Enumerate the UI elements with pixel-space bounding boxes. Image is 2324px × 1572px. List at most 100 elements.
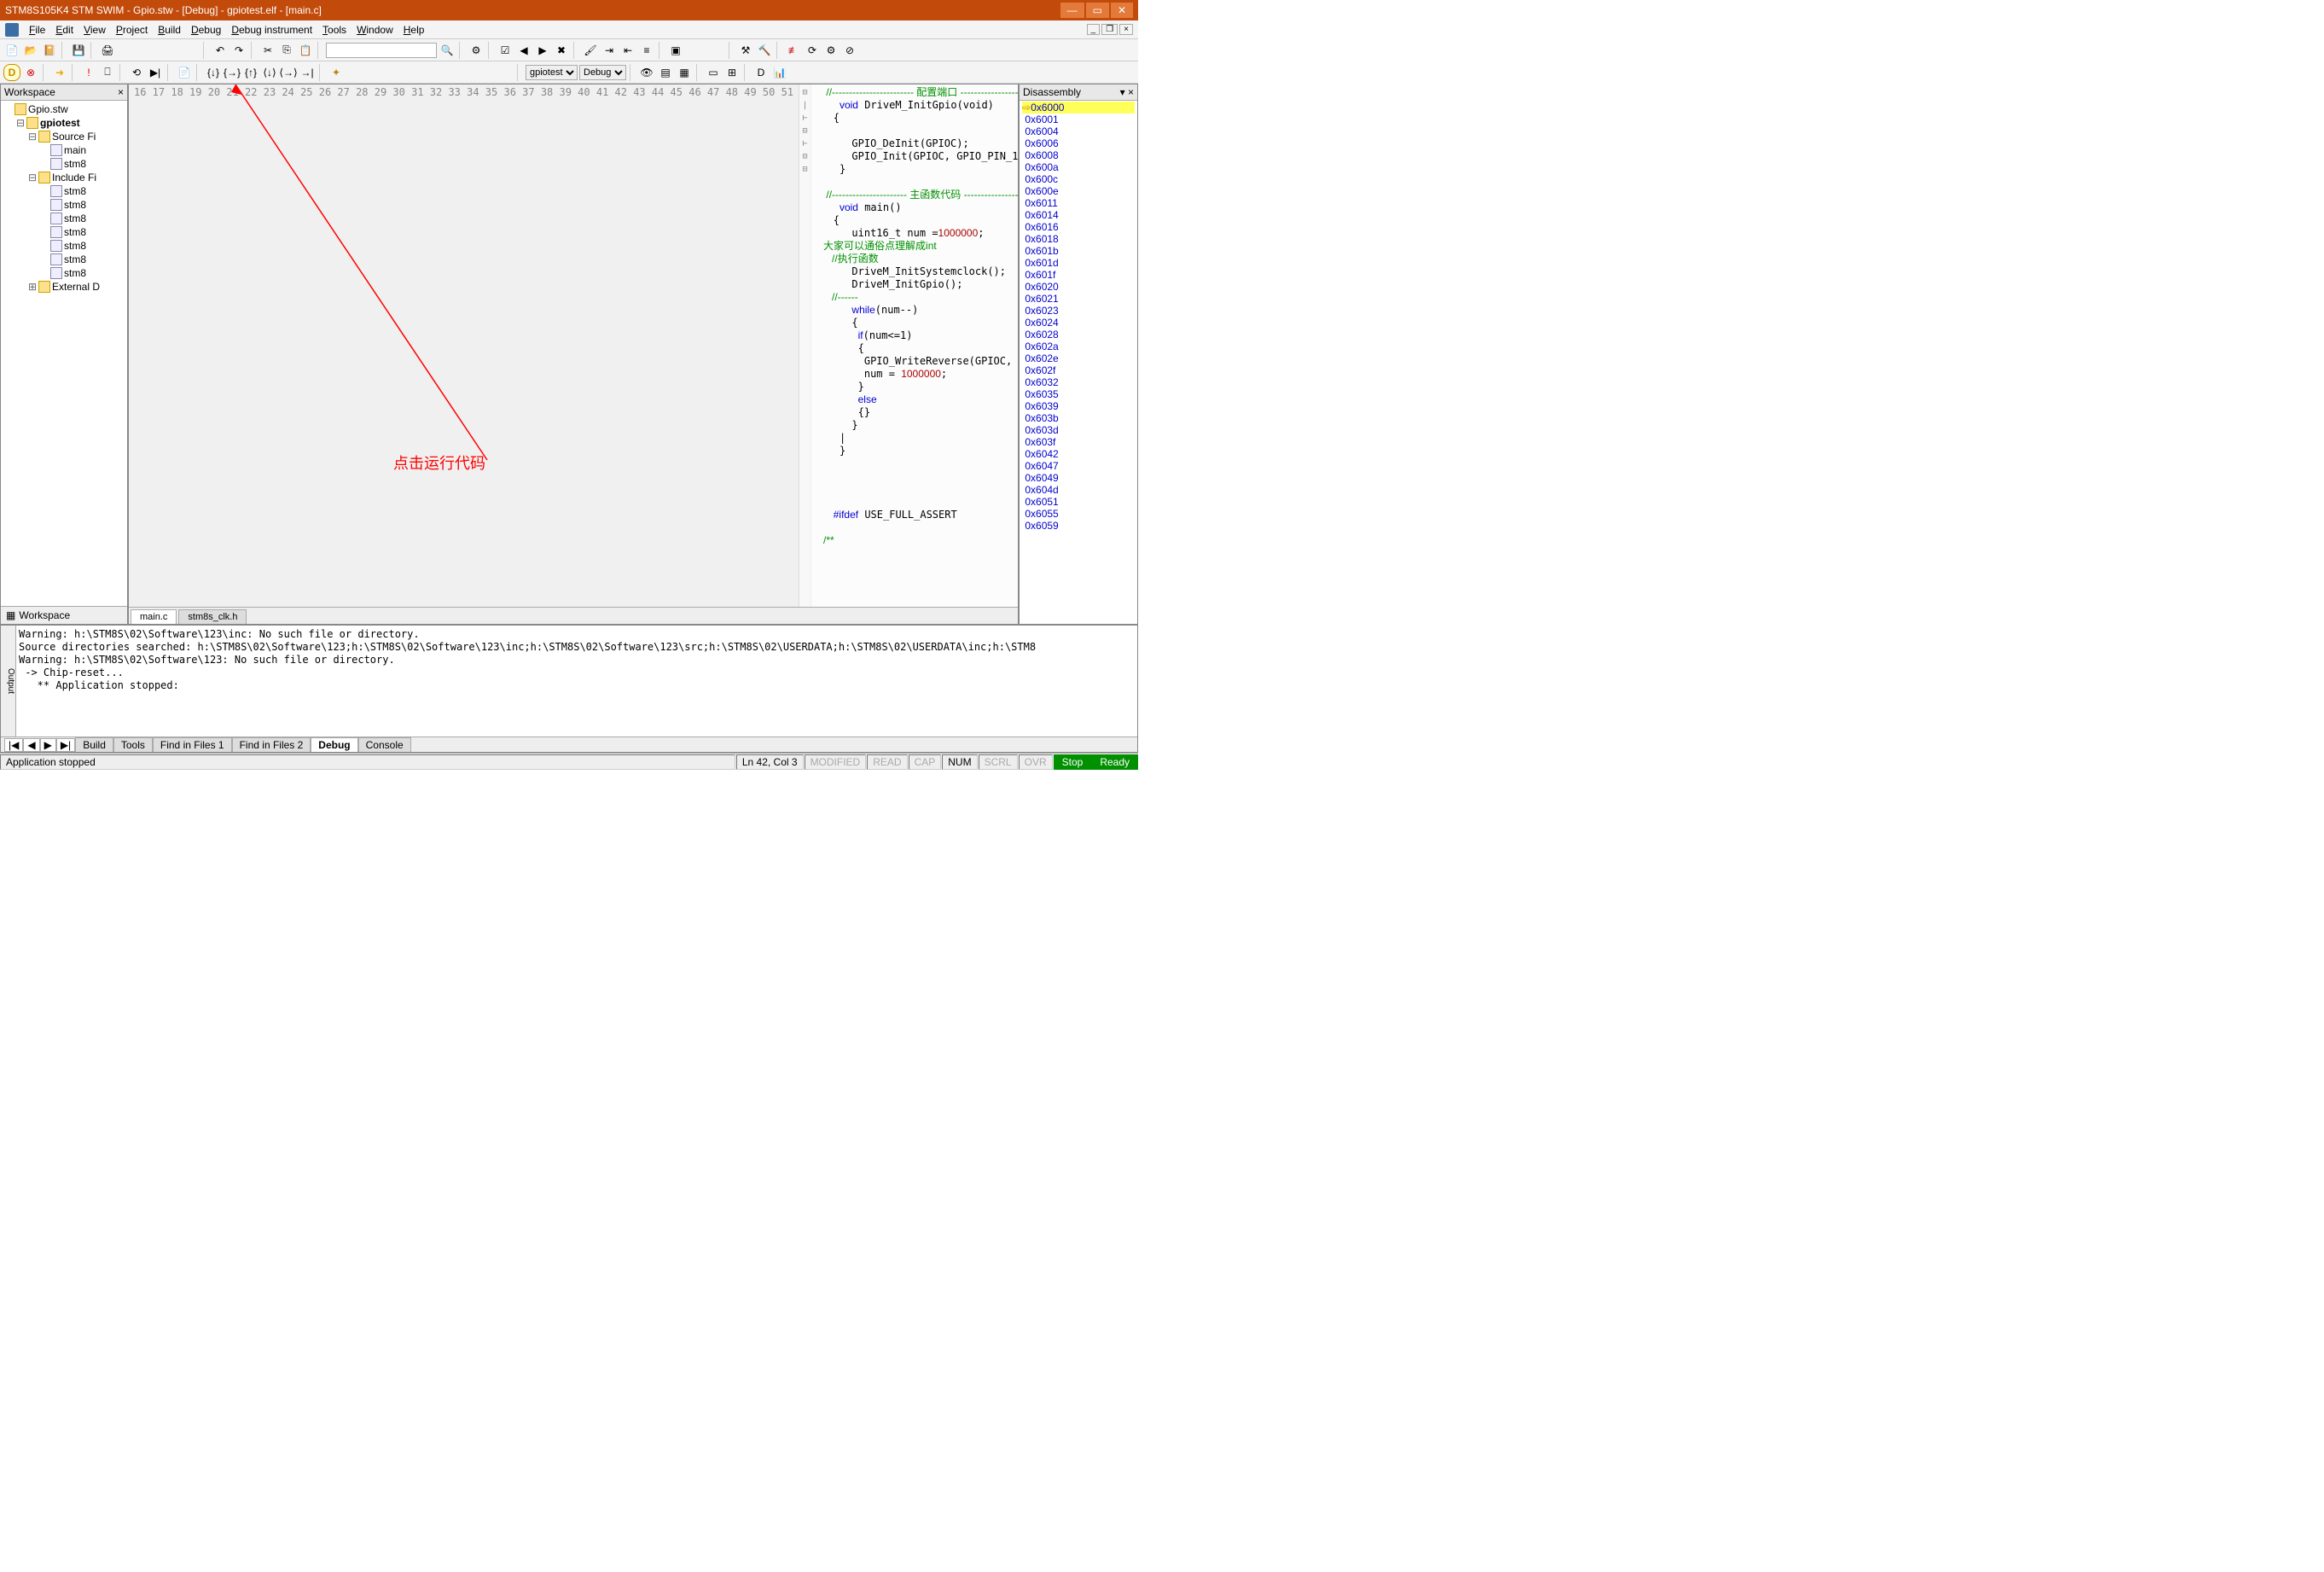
- debug-stop-icon[interactable]: ⊗: [22, 64, 39, 81]
- tree-node[interactable]: stm8: [3, 198, 125, 212]
- status-stop[interactable]: Stop: [1054, 754, 1092, 770]
- disasm-row[interactable]: 0x6001: [1022, 114, 1135, 125]
- peripherals-icon[interactable]: ⊞: [723, 64, 741, 81]
- disasm-row[interactable]: 0x602e: [1022, 352, 1135, 364]
- output-tab-last-icon[interactable]: ▶|: [56, 738, 75, 752]
- save-icon[interactable]: 💾: [70, 42, 87, 59]
- minimize-button[interactable]: —: [1060, 3, 1084, 18]
- disasm-row[interactable]: 0x601f: [1022, 269, 1135, 281]
- disasm-row[interactable]: 0x604d: [1022, 484, 1135, 496]
- comment-icon[interactable]: ≡: [638, 42, 655, 59]
- compile-icon[interactable]: ⚒: [737, 42, 754, 59]
- menu-file[interactable]: File: [24, 22, 50, 38]
- disasm-row[interactable]: 0x6023: [1022, 305, 1135, 317]
- tool-icon[interactable]: ⚙: [468, 42, 485, 59]
- output-tab-first-icon[interactable]: |◀: [4, 738, 23, 752]
- close-button[interactable]: ✕: [1111, 3, 1133, 18]
- tree-node[interactable]: stm8: [3, 253, 125, 266]
- disasm-row[interactable]: 0x6016: [1022, 221, 1135, 233]
- disasm-row[interactable]: 0x6024: [1022, 317, 1135, 329]
- find-icon[interactable]: 🔍: [439, 42, 456, 59]
- code-editor[interactable]: 16 17 18 19 20 21 22 23 24 25 26 27 28 2…: [129, 84, 1018, 607]
- tree-node[interactable]: stm8: [3, 225, 125, 239]
- disasm-row[interactable]: 0x6020: [1022, 281, 1135, 293]
- fold-column[interactable]: ⊟ | ⊢ ⊟ ⊢ ⊟ ⊟: [799, 84, 811, 607]
- output-tab[interactable]: Tools: [113, 737, 153, 752]
- new-file-icon[interactable]: 📄: [3, 42, 20, 59]
- tree-node[interactable]: stm8: [3, 266, 125, 280]
- bookmark-clear-icon[interactable]: ✖: [553, 42, 570, 59]
- continue-icon[interactable]: ▶|: [147, 64, 164, 81]
- build-icon[interactable]: 🔨: [756, 42, 773, 59]
- tree-node[interactable]: ⊞External D: [3, 280, 125, 294]
- disasm-row[interactable]: 0x600a: [1022, 161, 1135, 173]
- menu-debug-instrument[interactable]: Debug instrument: [226, 22, 317, 38]
- disasm-row[interactable]: 0x602f: [1022, 364, 1135, 376]
- bookmark-next-icon[interactable]: ▶: [534, 42, 551, 59]
- editor-tab[interactable]: stm8s_clk.h: [178, 609, 247, 624]
- mdi-close[interactable]: ×: [1119, 24, 1133, 35]
- open-file-icon[interactable]: 📂: [22, 42, 39, 59]
- disasm-row[interactable]: 0x6006: [1022, 137, 1135, 149]
- tree-node[interactable]: stm8: [3, 157, 125, 171]
- tree-node[interactable]: ⊟Source Fi: [3, 130, 125, 143]
- disasm-icon[interactable]: D: [752, 64, 770, 81]
- disasm-row[interactable]: 0x6018: [1022, 233, 1135, 245]
- disasm-row[interactable]: 0x6032: [1022, 376, 1135, 388]
- disasm-row[interactable]: ⇨0x6000: [1022, 102, 1135, 114]
- tree-node[interactable]: stm8: [3, 239, 125, 253]
- disasm-row[interactable]: 0x603f: [1022, 436, 1135, 448]
- disasm-row[interactable]: 0x6004: [1022, 125, 1135, 137]
- disasm-row[interactable]: 0x6035: [1022, 388, 1135, 400]
- disasm-row[interactable]: 0x6055: [1022, 508, 1135, 520]
- disasm-dropdown-icon[interactable]: ▾: [1120, 86, 1125, 98]
- disasm-row[interactable]: 0x603b: [1022, 412, 1135, 424]
- disasm-row[interactable]: 0x6042: [1022, 448, 1135, 460]
- workspace-tab[interactable]: ▦ Workspace: [1, 606, 127, 624]
- disasm-row[interactable]: 0x6028: [1022, 329, 1135, 341]
- disasm-row[interactable]: 0x6059: [1022, 520, 1135, 532]
- reset-chip-icon[interactable]: ✦: [328, 64, 345, 81]
- disasm-close-icon[interactable]: ×: [1128, 86, 1134, 98]
- output-tab-prev-icon[interactable]: ◀: [23, 738, 39, 752]
- chip-icon[interactable]: ▭: [705, 64, 722, 81]
- window-icon[interactable]: ▣: [667, 42, 684, 59]
- redo-icon[interactable]: ↷: [230, 42, 247, 59]
- bookmark-toggle-icon[interactable]: ☑: [497, 42, 514, 59]
- tree-node[interactable]: ⊟gpiotest: [3, 116, 125, 130]
- undo-icon[interactable]: ↶: [212, 42, 229, 59]
- step-into-icon[interactable]: {↓}: [205, 64, 222, 81]
- disasm-row[interactable]: 0x6039: [1022, 400, 1135, 412]
- rebuild-icon[interactable]: ≢: [785, 42, 802, 59]
- disasm-row[interactable]: 0x6011: [1022, 197, 1135, 209]
- output-text[interactable]: Warning: h:\STM8S\02\Software\123\inc: N…: [16, 626, 1137, 737]
- find-input[interactable]: [326, 43, 437, 58]
- paste-icon[interactable]: 📋: [297, 42, 314, 59]
- output-tab[interactable]: Console: [358, 737, 411, 752]
- output-tab[interactable]: Debug: [311, 737, 357, 752]
- tree-node[interactable]: main: [3, 143, 125, 157]
- breakpoint-icon[interactable]: !: [80, 64, 97, 81]
- step-asm-over-icon[interactable]: ⟨→⟩: [280, 64, 297, 81]
- disasm-row[interactable]: 0x602a: [1022, 341, 1135, 352]
- copy-icon[interactable]: ⎘: [278, 42, 295, 59]
- tree-node[interactable]: Gpio.stw: [3, 102, 125, 116]
- disasm-row[interactable]: 0x6049: [1022, 472, 1135, 484]
- tree-node[interactable]: stm8: [3, 184, 125, 198]
- disasm-row[interactable]: 0x601b: [1022, 245, 1135, 257]
- code-area[interactable]: //------------------------ 配置端口 --------…: [811, 84, 1018, 607]
- output-tab[interactable]: Build: [75, 737, 113, 752]
- menu-debug[interactable]: Debug: [186, 22, 226, 38]
- build-all-icon[interactable]: ⚙: [822, 42, 840, 59]
- menu-view[interactable]: View: [78, 22, 111, 38]
- disasm-row[interactable]: 0x6008: [1022, 149, 1135, 161]
- menu-project[interactable]: Project: [111, 22, 153, 38]
- disasm-row[interactable]: 0x600e: [1022, 185, 1135, 197]
- bookmark-prev-icon[interactable]: ◀: [515, 42, 532, 59]
- outdent-icon[interactable]: ⇤: [619, 42, 636, 59]
- stop-build-icon[interactable]: ⊘: [841, 42, 858, 59]
- disasm-row[interactable]: 0x6051: [1022, 496, 1135, 508]
- disasm-row[interactable]: 0x6014: [1022, 209, 1135, 221]
- memory-icon[interactable]: ▤: [657, 64, 674, 81]
- editor-tab[interactable]: main.c: [131, 609, 177, 624]
